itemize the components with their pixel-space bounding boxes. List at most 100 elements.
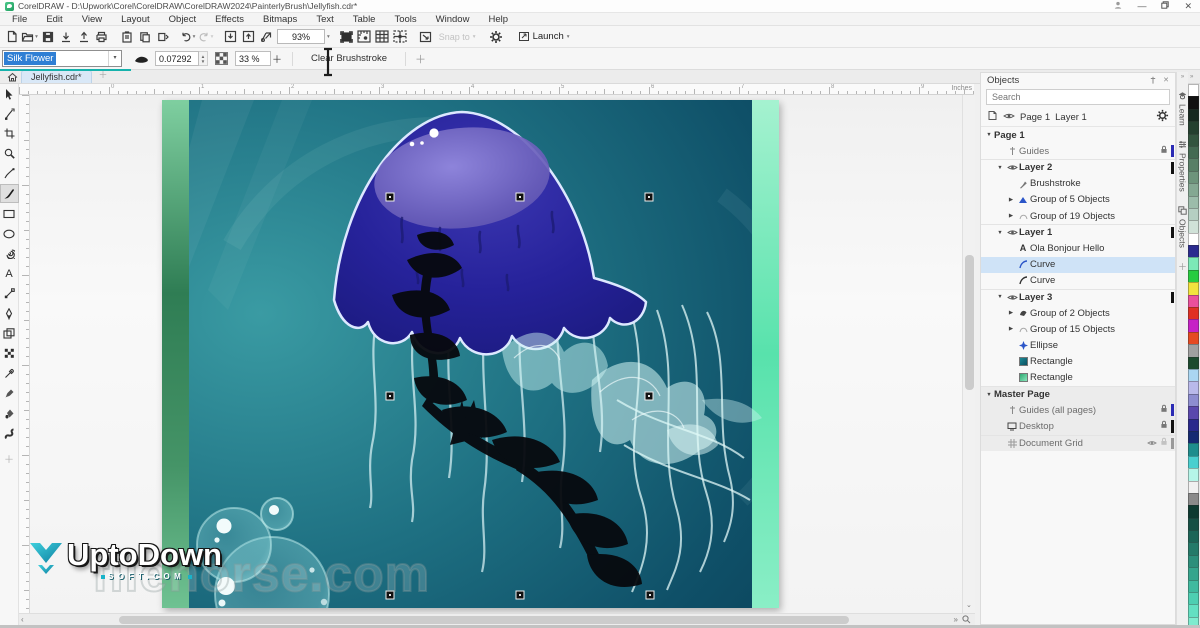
export-button[interactable] [75,28,92,46]
tree-caret-icon[interactable]: ▶ [1006,197,1016,203]
palette-swatch[interactable] [1188,357,1199,369]
document-tab[interactable]: Jellyfish.cdr* [21,70,92,83]
minimize-button[interactable]: — [1137,2,1146,11]
tree-caret-icon[interactable]: ▶ [1006,326,1016,332]
search-input[interactable] [992,92,1164,102]
palette-swatch[interactable] [1188,257,1199,269]
palette-swatch[interactable] [1188,530,1199,542]
menu-effects[interactable]: Effects [206,14,254,25]
menu-file[interactable]: File [3,14,37,25]
lock-badge-icon[interactable] [1160,404,1168,416]
palette-swatch[interactable] [1188,196,1199,208]
menu-object[interactable]: Object [160,14,206,25]
palette-swatch[interactable] [1188,121,1199,133]
interactive-fill-tool[interactable] [1,325,18,342]
palette-swatch[interactable] [1188,146,1199,158]
objects-tree-row[interactable]: Brushstroke [981,176,1175,192]
drawing-canvas[interactable]: filehorse.com UptoDown SOFT.COM [30,95,962,613]
objects-tree-row[interactable]: Guides (all pages) [981,402,1175,418]
stroke-width-spinner[interactable]: ▲▼ [199,51,208,66]
close-button[interactable]: ✕ [1184,2,1192,11]
objects-tree-row[interactable]: Guides [981,143,1175,159]
ellipse-tool[interactable] [1,225,18,242]
objects-tree-row[interactable]: Curve [981,257,1175,273]
menu-view[interactable]: View [73,14,112,25]
snap-to-dropdown[interactable]: Snap to▾ [435,32,480,42]
transparency-stepper[interactable]: ＋ [271,51,283,66]
objects-tree-row[interactable]: Ellipse [981,337,1175,353]
visibility-icon[interactable] [1003,112,1015,123]
launch-button[interactable]: Launch ▾ [513,31,575,42]
undo-button[interactable]: ▾ [179,28,196,46]
objects-tree-row[interactable]: Rectangle [981,354,1175,370]
horizontal-ruler[interactable]: Inches0123456789 [19,84,974,95]
open-dropdown-caret[interactable]: ▾ [35,34,38,40]
customize-toolbox-button[interactable]: ＋ [4,451,14,466]
transparency-tool[interactable] [1,345,18,362]
tree-caret-icon[interactable]: ▼ [984,392,994,398]
smear-tool[interactable] [1,425,18,442]
add-docker-button[interactable]: ＋ [1178,260,1187,273]
export-dialog-button[interactable] [240,28,257,46]
text-tool[interactable]: A [1,265,18,282]
docker-close-icon[interactable]: ✕ [1163,76,1169,86]
stroke-width-field[interactable]: 0.07292 [155,51,199,66]
clear-brushstroke-button[interactable]: Clear Brushstroke [302,53,396,64]
palette-swatch[interactable] [1188,567,1199,579]
objects-tree-row[interactable]: ▼Layer 1 [981,224,1175,240]
connector-tool[interactable] [1,285,18,302]
objects-tree-row[interactable]: ▼Layer 3 [981,289,1175,305]
snap-settings-icon[interactable] [417,28,434,46]
show-rulers-toggle[interactable] [356,28,373,46]
crop-tool[interactable] [1,125,18,142]
palette-swatch[interactable] [1188,109,1199,121]
eyedropper-tool[interactable] [1,365,18,382]
palette-swatch[interactable] [1188,270,1199,282]
tree-caret-icon[interactable]: ▶ [1006,310,1016,316]
vertical-ruler[interactable] [19,95,30,613]
tab-learn[interactable]: Learn [1178,84,1188,133]
shape-tool[interactable] [1,105,18,122]
palette-swatch[interactable] [1188,171,1199,183]
palette-swatch[interactable] [1188,96,1199,108]
menu-edit[interactable]: Edit [37,14,72,25]
transparency-field[interactable]: 33 % [235,51,271,66]
docker-gear-button[interactable] [1156,109,1169,125]
objects-tree-row[interactable]: ▶Group of 5 Objects [981,192,1175,208]
show-guidelines-toggle[interactable] [392,28,409,46]
menu-table[interactable]: Table [344,14,386,25]
brush-style-combobox[interactable]: Silk Flower ▾ [2,50,122,67]
palette-swatch[interactable] [1188,208,1199,220]
docker-search[interactable] [986,89,1170,105]
lock-badge-icon[interactable] [1160,145,1168,157]
redo-button[interactable]: ▾ [197,28,214,46]
objects-tree-row[interactable]: ▼Master Page [981,386,1175,402]
document-page[interactable] [162,100,779,608]
objects-tree-row[interactable]: Rectangle [981,370,1175,386]
menu-text[interactable]: Text [307,14,343,25]
tree-caret-icon[interactable]: ▼ [995,165,1005,171]
horizontal-scrollbar[interactable]: ‹ » [19,613,975,625]
tree-caret-icon[interactable]: ▼ [984,132,994,138]
scroll-right-icon[interactable]: » [954,615,958,624]
active-page-label[interactable]: Page 1 [1020,112,1050,123]
palette-swatch[interactable] [1188,604,1199,616]
palette-swatch[interactable] [1188,295,1199,307]
palette-swatch[interactable] [1188,456,1199,468]
full-screen-preview-button[interactable] [338,28,355,46]
artistic-media-tool[interactable] [1,185,18,202]
palette-swatch[interactable] [1188,220,1199,232]
palette-swatch[interactable] [1188,134,1199,146]
launch-dropdown-caret[interactable]: ▾ [567,34,570,40]
objects-tree-row[interactable]: ▼Page 1 [981,127,1175,143]
palette-swatch[interactable] [1188,233,1199,245]
objects-tree-row[interactable]: ▶Group of 15 Objects [981,321,1175,337]
options-gear-button[interactable] [488,28,505,46]
polygon-tool[interactable] [1,245,18,262]
lock-badge-icon[interactable] [1160,420,1168,432]
palette-swatch[interactable] [1188,443,1199,455]
print-button[interactable] [93,28,110,46]
lock-badge-icon[interactable] [1160,437,1168,449]
import-dialog-button[interactable] [222,28,239,46]
palette-swatch[interactable] [1188,332,1199,344]
